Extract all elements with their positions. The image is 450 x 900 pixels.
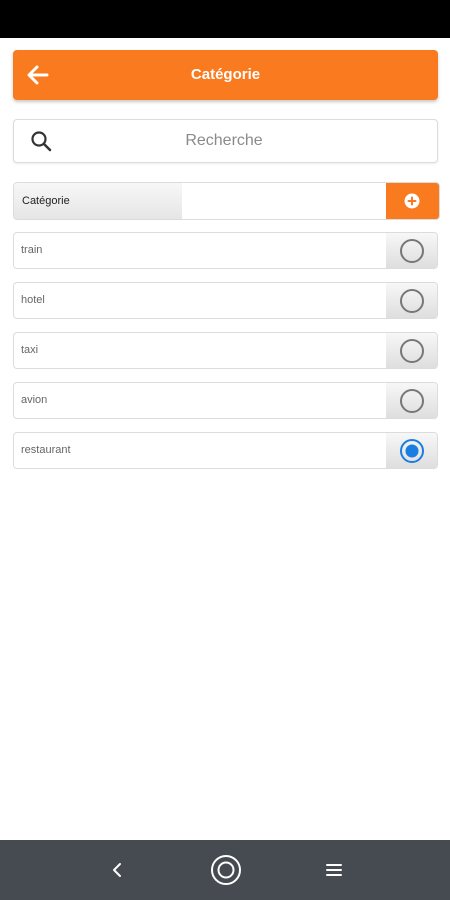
add-category-button[interactable] bbox=[386, 183, 439, 219]
list-item[interactable]: taxi bbox=[13, 332, 438, 369]
radio-button[interactable] bbox=[386, 283, 437, 318]
app-header: Catégorie bbox=[13, 50, 438, 100]
category-input[interactable] bbox=[182, 183, 394, 219]
list-item-label: hotel bbox=[21, 294, 45, 306]
list-item[interactable]: restaurant bbox=[13, 432, 438, 469]
plus-circle-icon bbox=[404, 193, 420, 209]
radio-unchecked-icon bbox=[400, 239, 424, 263]
search-input[interactable] bbox=[64, 120, 384, 162]
nav-back-button[interactable] bbox=[105, 858, 129, 887]
page-title: Catégorie bbox=[190, 66, 261, 83]
list-item-label: taxi bbox=[21, 344, 39, 356]
status-bar bbox=[0, 0, 450, 38]
radio-unchecked-icon bbox=[400, 289, 424, 313]
list-item-label: avion bbox=[21, 394, 48, 406]
list-item-label: restaurant bbox=[21, 444, 71, 456]
list-item[interactable]: avion bbox=[13, 382, 438, 419]
radio-unchecked-icon bbox=[400, 339, 424, 363]
radio-button[interactable] bbox=[386, 433, 437, 468]
list-item[interactable]: train bbox=[13, 232, 438, 269]
nav-menu-button[interactable] bbox=[322, 858, 346, 887]
list-item-label: train bbox=[21, 244, 43, 256]
menu-icon bbox=[326, 864, 342, 876]
category-form: Catégorie bbox=[13, 182, 440, 220]
radio-button[interactable] bbox=[386, 233, 437, 268]
list-item[interactable]: hotel bbox=[13, 282, 438, 319]
chevron-left-icon bbox=[113, 863, 121, 877]
category-label: Catégorie bbox=[14, 183, 182, 219]
navigation-bar bbox=[0, 840, 450, 900]
search-icon bbox=[31, 131, 52, 152]
radio-button[interactable] bbox=[386, 383, 437, 418]
search-box[interactable] bbox=[13, 119, 438, 163]
radio-button[interactable] bbox=[386, 333, 437, 368]
radio-unchecked-icon bbox=[400, 389, 424, 413]
radio-checked-icon bbox=[400, 439, 424, 463]
home-circle-icon bbox=[211, 855, 241, 885]
nav-home-button[interactable] bbox=[210, 854, 242, 891]
